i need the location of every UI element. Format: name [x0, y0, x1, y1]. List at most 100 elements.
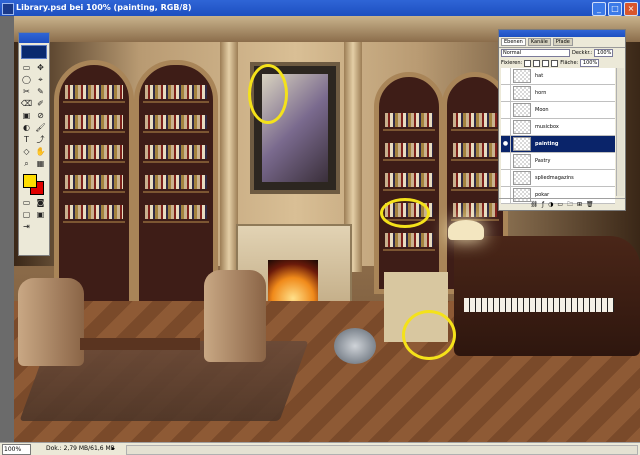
opacity-field[interactable]: 100% — [594, 49, 614, 57]
magic-wand-icon[interactable]: ⌖ — [34, 74, 47, 85]
highlight-circle-shelf — [380, 198, 430, 228]
table-lamp — [448, 220, 484, 240]
layer-mask-icon[interactable]: ▭ — [557, 201, 563, 208]
pen-tool-icon[interactable]: ◇ — [20, 146, 33, 157]
grand-piano — [454, 236, 640, 356]
fill-label: Fläche: — [560, 60, 579, 66]
layer-name: hat — [535, 73, 544, 79]
layer-name: musicbox — [535, 124, 559, 130]
window-title: Library.psd bei 100% (painting, RGB/8) — [16, 3, 192, 12]
tool-palette-header[interactable] — [19, 33, 49, 43]
standard-mode-icon[interactable]: ▭ — [20, 197, 33, 208]
lock-pixels-checkbox[interactable] — [533, 59, 541, 67]
maximize-button[interactable]: □ — [608, 2, 622, 16]
new-group-icon[interactable]: 🗀 — [567, 200, 573, 210]
layers-panel-header[interactable] — [499, 30, 625, 37]
tab-channels[interactable]: Kanäle — [527, 38, 551, 46]
brush-tool-icon[interactable]: 🖌 — [34, 122, 47, 133]
path-select-icon[interactable]: ⤴ — [34, 134, 47, 145]
link-layers-icon[interactable]: ⛓ — [530, 201, 538, 208]
hand-tool-icon[interactable]: ✋ — [34, 146, 47, 157]
lock-position-checkbox[interactable] — [542, 59, 550, 67]
photoshop-icon — [2, 3, 14, 15]
layer-row[interactable]: hat — [501, 68, 615, 85]
metal-bucket — [334, 328, 376, 364]
lock-transparency-checkbox[interactable] — [524, 59, 532, 67]
layers-scrollbar[interactable] — [616, 68, 624, 196]
layer-thumbnail — [513, 154, 531, 168]
layer-thumbnail — [513, 69, 531, 83]
minimize-button[interactable]: _ — [592, 2, 606, 16]
piano-keys — [464, 298, 614, 312]
move-tool-icon[interactable]: ✥ — [34, 62, 47, 73]
title-bar: Library.psd bei 100% (painting, RGB/8) _… — [0, 0, 640, 16]
armchair-right — [204, 270, 266, 362]
layer-name: Moon — [535, 107, 549, 113]
visibility-toggle[interactable] — [501, 68, 511, 84]
stamp-tool-icon[interactable]: ▣ — [20, 110, 33, 121]
history-brush-icon[interactable]: ⊘ — [34, 110, 47, 121]
zoom-field[interactable]: 100% — [2, 444, 31, 455]
imageready-icon[interactable]: ⇥ — [20, 221, 33, 232]
layer-thumbnail — [513, 120, 531, 134]
panel-tabs: Ebenen Kanäle Pfade — [499, 37, 625, 48]
close-button[interactable]: × — [624, 2, 638, 16]
layers-panel: Ebenen Kanäle Pfade Normal Deckkr.: 100%… — [498, 29, 626, 211]
slice-tool-icon[interactable]: ✎ — [34, 86, 47, 97]
layer-row[interactable]: Pastry — [501, 153, 615, 170]
blend-mode-select[interactable]: Normal — [501, 49, 570, 57]
zoom-tool-icon[interactable]: ⌕ — [20, 158, 33, 169]
adjustment-layer-icon[interactable]: ◑ — [548, 201, 553, 208]
type-tool-icon[interactable]: T — [20, 134, 33, 145]
visibility-toggle[interactable] — [501, 153, 511, 169]
lock-all-checkbox[interactable] — [551, 59, 559, 67]
lock-row: Fixieren: Fläche: 100% — [499, 58, 625, 68]
layer-list: hat horn Moon musicbox ● painting Pastry … — [501, 68, 615, 204]
layer-row[interactable]: spliedmagazins — [501, 170, 615, 187]
status-menu-arrow-icon[interactable]: ▸ — [112, 443, 115, 455]
marquee-tool-icon[interactable]: ▭ — [20, 62, 33, 73]
lock-label: Fixieren: — [501, 60, 523, 66]
lasso-tool-icon[interactable]: ◯ — [20, 74, 33, 85]
layer-row[interactable]: musicbox — [501, 119, 615, 136]
layer-thumbnail — [513, 171, 531, 185]
screen-mode-icon[interactable]: ▢ — [20, 209, 33, 220]
highlight-circle-floor — [402, 310, 456, 360]
fill-field[interactable]: 100% — [580, 59, 600, 67]
pencil-tool-icon[interactable]: ✐ — [34, 98, 47, 109]
layer-row-selected[interactable]: ● painting — [501, 136, 615, 153]
document-size: Dok.: 2,79 MB/61,6 MB — [46, 445, 115, 452]
window-controls: _ □ × — [592, 2, 638, 16]
layer-row[interactable]: Moon — [501, 102, 615, 119]
blend-row: Normal Deckkr.: 100% — [499, 48, 625, 58]
quickmask-mode-icon[interactable]: ◙ — [34, 197, 47, 208]
tab-paths[interactable]: Pfade — [552, 38, 573, 46]
layer-thumbnail — [513, 86, 531, 100]
eraser-tool-icon[interactable]: ⌫ — [20, 98, 33, 109]
gradient-tool-icon[interactable]: ◐ — [20, 122, 33, 133]
bookcase-right-1 — [374, 72, 444, 294]
layer-style-icon[interactable]: ƒ — [542, 201, 544, 208]
opacity-label: Deckkr.: — [572, 50, 593, 56]
tab-layers[interactable]: Ebenen — [501, 38, 526, 46]
notes-tool-icon[interactable]: ▦ — [34, 158, 47, 169]
tool-palette: ▭ ✥ ◯ ⌖ ✂ ✎ ⌫ ✐ ▣ ⊘ ◐ 🖌 T ⤴ ◇ ✋ ⌕ ▦ ▭ ◙ … — [18, 32, 50, 256]
foreground-color-swatch[interactable] — [23, 174, 37, 188]
crop-tool-icon[interactable]: ✂ — [20, 86, 33, 97]
visibility-toggle[interactable] — [501, 102, 511, 118]
layer-thumbnail — [513, 137, 531, 151]
eye-icon[interactable]: ● — [501, 136, 511, 152]
visibility-toggle[interactable] — [501, 170, 511, 186]
visibility-toggle[interactable] — [501, 85, 511, 101]
layer-row[interactable]: horn — [501, 85, 615, 102]
highlight-circle-painting — [248, 64, 288, 124]
visibility-toggle[interactable] — [501, 119, 511, 135]
photoshop-logo[interactable] — [21, 45, 47, 59]
color-swatches — [21, 172, 47, 195]
layer-name: painting — [535, 141, 559, 147]
trash-icon[interactable]: 🗑 — [586, 201, 594, 208]
fullscreen-mode-icon[interactable]: ▣ — [34, 209, 47, 220]
layer-name: horn — [535, 90, 547, 96]
new-layer-icon[interactable]: ⊞ — [577, 201, 582, 208]
tool-grid: ▭ ✥ ◯ ⌖ ✂ ✎ ⌫ ✐ ▣ ⊘ ◐ 🖌 T ⤴ ◇ ✋ ⌕ ▦ — [19, 61, 49, 170]
